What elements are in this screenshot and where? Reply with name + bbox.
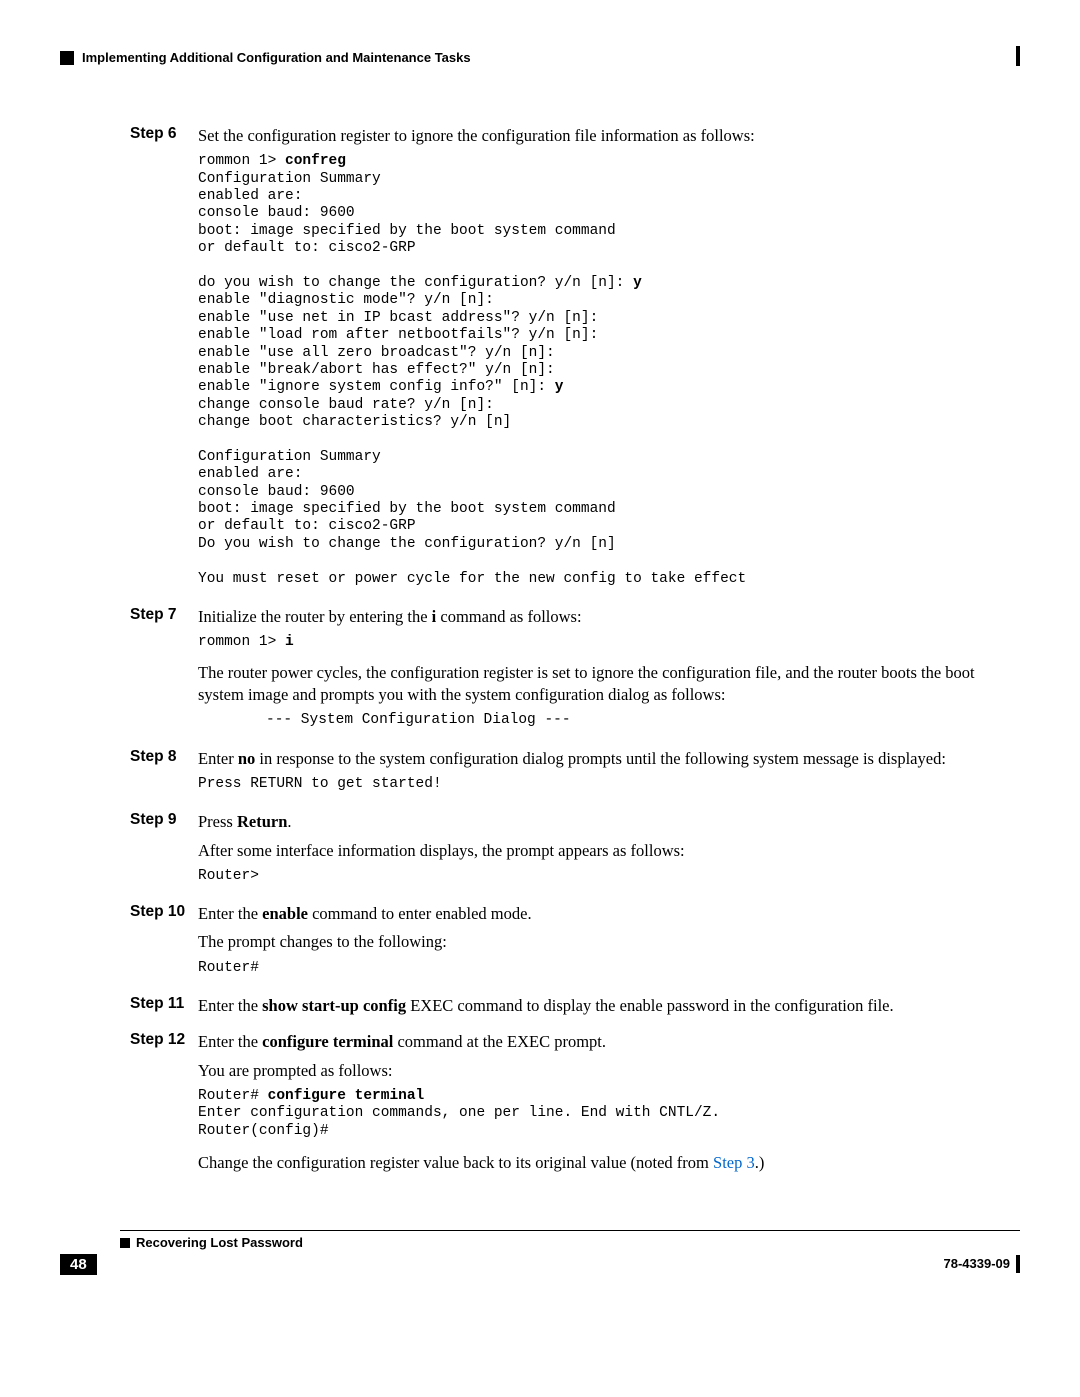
doc-number: 78-4339-09: [944, 1256, 1011, 1271]
code-prompt: Router#: [198, 1088, 268, 1104]
step-link[interactable]: Step 3: [713, 1153, 755, 1172]
header-right-mark-icon: [1016, 46, 1020, 66]
step-text: Press Return.: [198, 811, 1020, 833]
step-body: Enter the show start-up config EXEC comm…: [198, 995, 1020, 1023]
step-paragraph: You are prompted as follows:: [198, 1060, 1020, 1082]
code-block: rommon 1> i: [198, 634, 1020, 651]
step-label: Step 8: [130, 748, 198, 804]
step-label: Step 9: [130, 811, 198, 895]
step-body: Enter the enable command to enter enable…: [198, 903, 1020, 987]
page-number: 48: [60, 1254, 97, 1275]
code-output: enable "diagnostic mode"? y/n [n]: enabl…: [198, 292, 598, 395]
code-command: configure terminal: [268, 1088, 425, 1104]
step-11: Step 11 Enter the show start-up config E…: [130, 995, 1020, 1023]
step-label: Step 11: [130, 995, 198, 1023]
step-text: Initialize the router by entering the i …: [198, 606, 1020, 628]
step-label: Step 10: [130, 903, 198, 987]
footer-bullet-icon: [120, 1238, 130, 1248]
step-body: Press Return. After some interface infor…: [198, 811, 1020, 895]
step-text: Enter no in response to the system confi…: [198, 748, 1020, 770]
step-body: Set the configuration register to ignore…: [198, 125, 1020, 598]
step-text: Set the configuration register to ignore…: [198, 125, 1020, 147]
code-prompt: rommon 1>: [198, 634, 285, 650]
step-body: Enter no in response to the system confi…: [198, 748, 1020, 804]
code-output: Enter configuration commands, one per li…: [198, 1105, 720, 1138]
step-label: Step 12: [130, 1031, 198, 1180]
step-body: Enter the configure terminal command at …: [198, 1031, 1020, 1180]
code-block: Router# configure terminal Enter configu…: [198, 1088, 1020, 1140]
step-7: Step 7 Initialize the router by entering…: [130, 606, 1020, 740]
page-number-box: 48: [60, 1254, 97, 1275]
code-block: Router>: [198, 868, 1020, 885]
step-8: Step 8 Enter no in response to the syste…: [130, 748, 1020, 804]
step-label: Step 7: [130, 606, 198, 740]
step-paragraph: The router power cycles, the configurati…: [198, 662, 1020, 707]
footer-right: 78-4339-09: [944, 1255, 1021, 1273]
step-paragraph: The prompt changes to the following:: [198, 931, 1020, 953]
code-input: y: [555, 379, 564, 395]
code-block: Press RETURN to get started!: [198, 776, 1020, 793]
step-text: Enter the show start-up config EXEC comm…: [198, 995, 1020, 1017]
page-footer: Recovering Lost Password 48 78-4339-09: [120, 1230, 1020, 1275]
step-label: Step 6: [130, 125, 198, 598]
step-paragraph: After some interface information display…: [198, 840, 1020, 862]
step-text: Enter the enable command to enter enable…: [198, 903, 1020, 925]
step-6: Step 6 Set the configuration register to…: [130, 125, 1020, 598]
footer-title: Recovering Lost Password: [136, 1235, 303, 1250]
code-output: Configuration Summary enabled are: conso…: [198, 171, 633, 291]
step-10: Step 10 Enter the enable command to ente…: [130, 903, 1020, 987]
footer-rule: [120, 1230, 1020, 1231]
code-block: --- System Configuration Dialog ---: [266, 712, 1020, 729]
code-command: i: [285, 634, 294, 650]
footer-mark-icon: [1016, 1255, 1020, 1273]
code-command: confreg: [285, 153, 346, 169]
code-prompt: rommon 1>: [198, 153, 285, 169]
header-title: Implementing Additional Configuration an…: [82, 50, 471, 65]
step-text: Enter the configure terminal command at …: [198, 1031, 1020, 1053]
header-bullet-icon: [60, 51, 74, 65]
code-output: change console baud rate? y/n [n]: chang…: [198, 397, 746, 587]
step-12: Step 12 Enter the configure terminal com…: [130, 1031, 1020, 1180]
step-9: Step 9 Press Return. After some interfac…: [130, 811, 1020, 895]
page-header: Implementing Additional Configuration an…: [60, 50, 1020, 65]
code-block: rommon 1> confreg Configuration Summary …: [198, 153, 1020, 588]
step-paragraph: Change the configuration register value …: [198, 1152, 1020, 1174]
code-block: Router#: [198, 960, 1020, 977]
step-body: Initialize the router by entering the i …: [198, 606, 1020, 740]
code-input: y: [633, 275, 642, 291]
